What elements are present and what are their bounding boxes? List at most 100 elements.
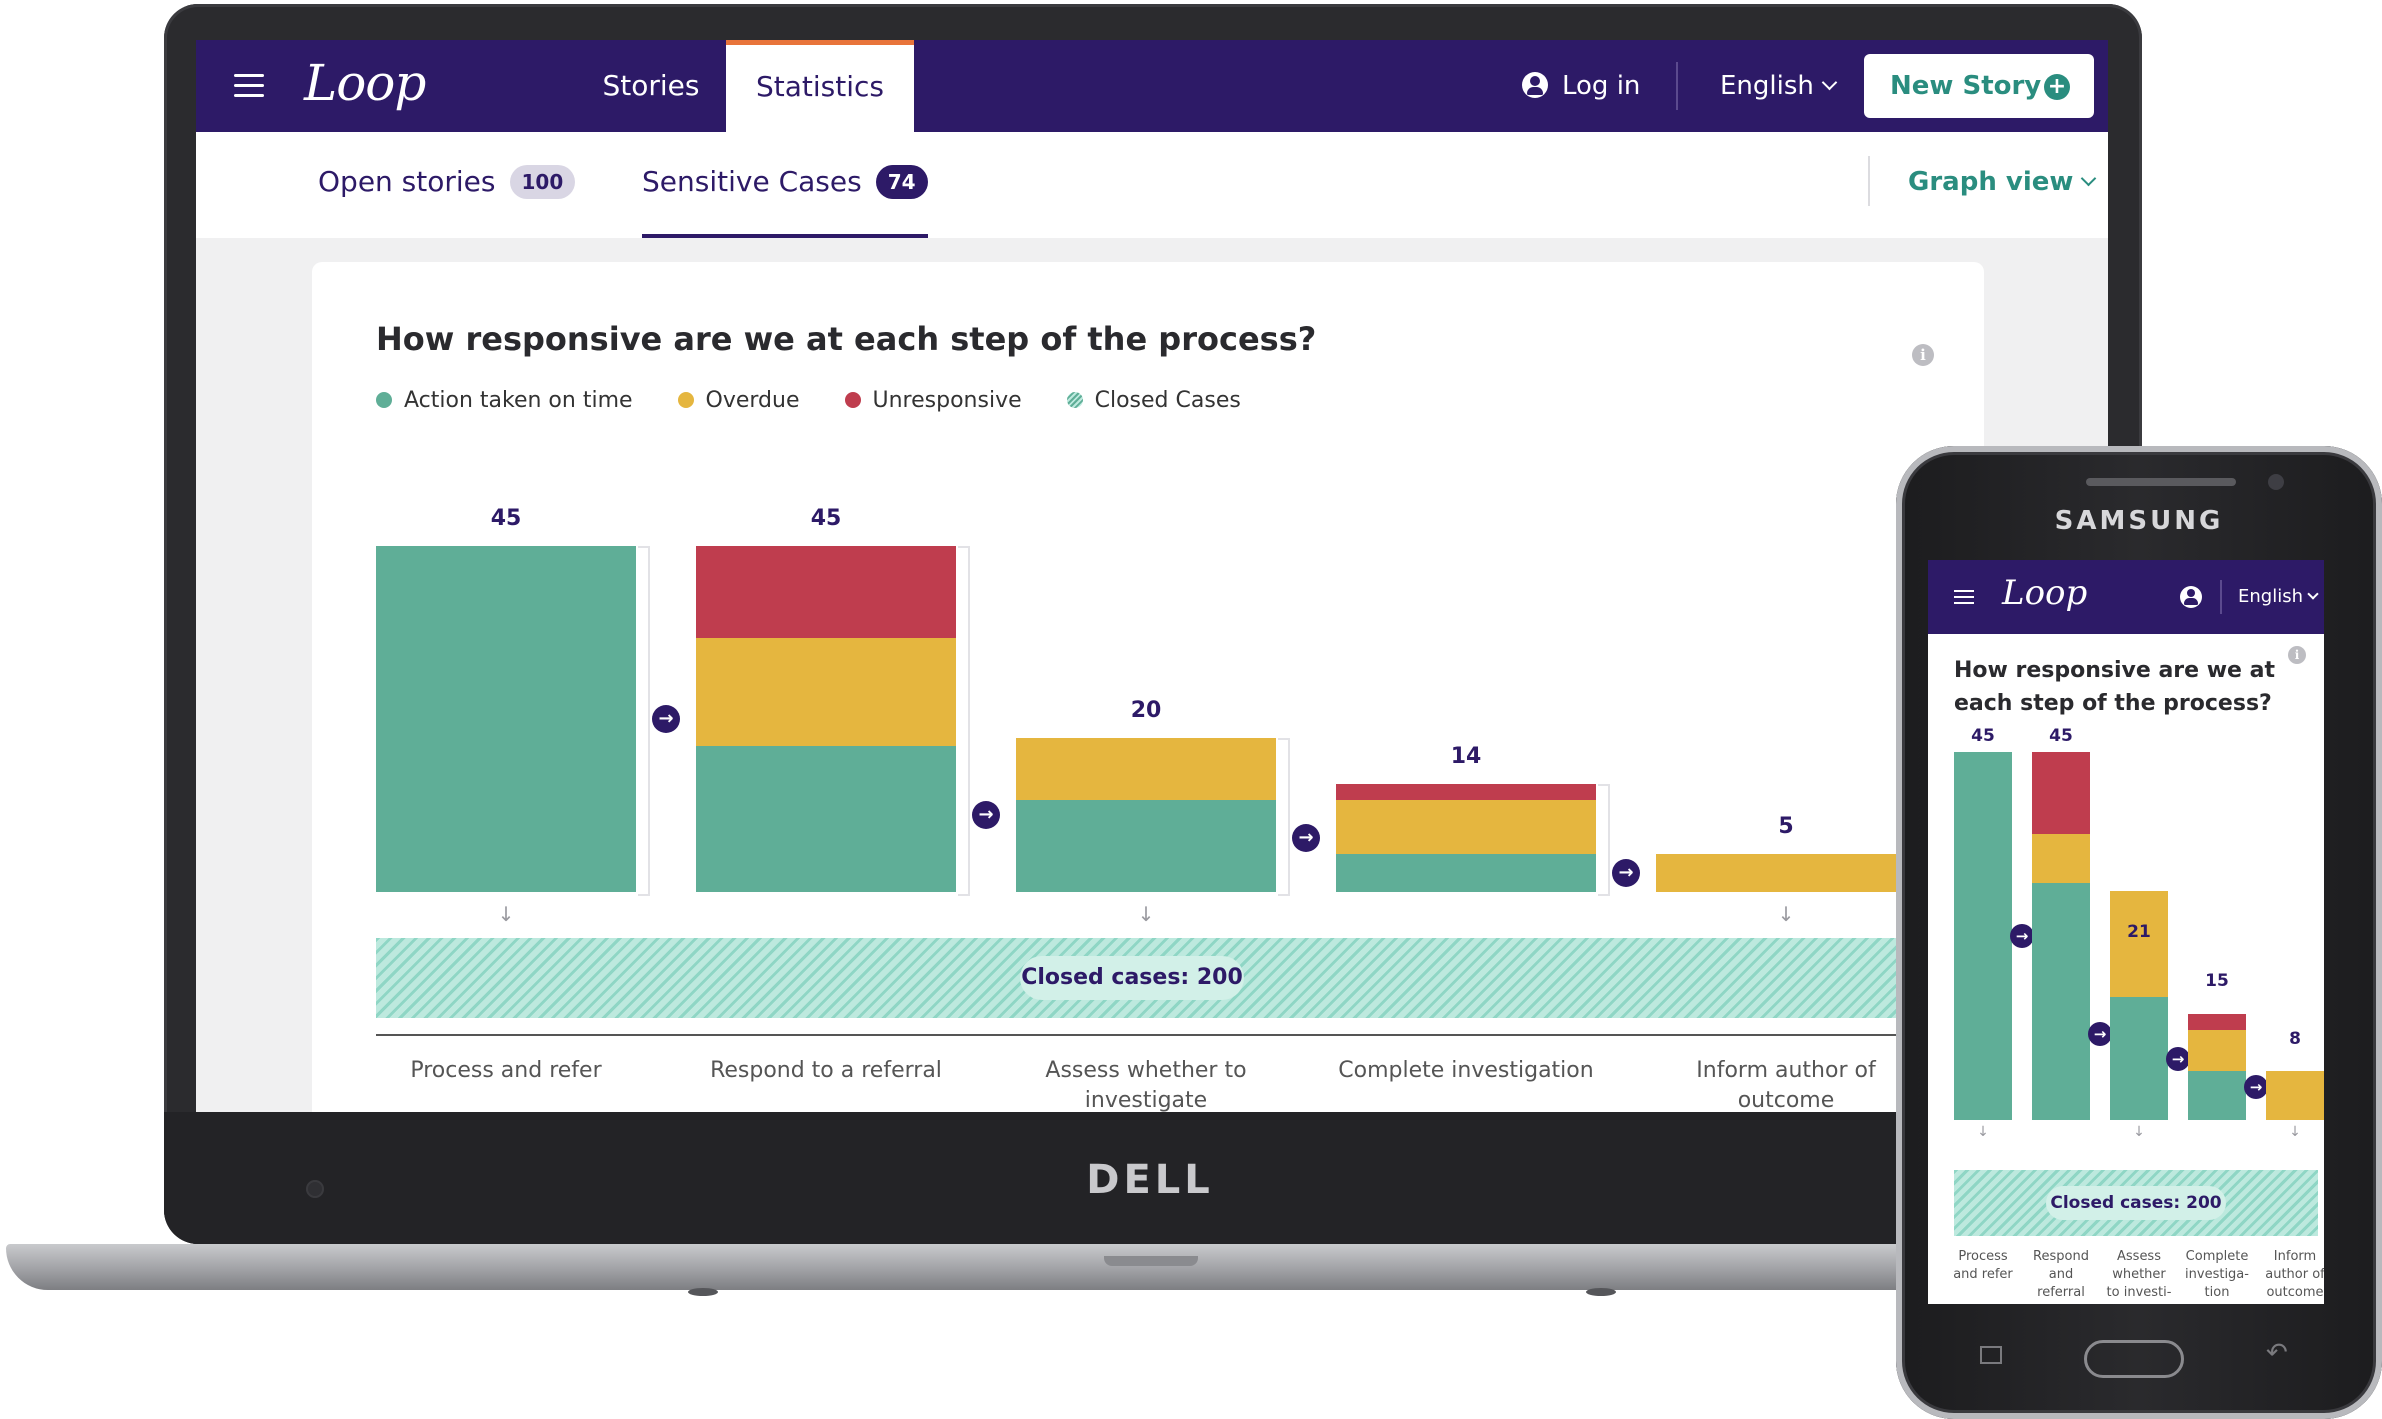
- legend-dot: [677, 392, 694, 408]
- tab-sensitive-cases[interactable]: Sensitive Cases 74: [642, 132, 928, 238]
- bar-segment-on-time[interactable]: [1954, 752, 2012, 1120]
- tab-open-stories[interactable]: Open stories 100: [318, 132, 576, 238]
- bar-total-label: 5: [1778, 813, 1794, 839]
- info-icon[interactable]: i: [1912, 344, 1934, 366]
- bar-segment-on-time[interactable]: [376, 546, 636, 892]
- samsung-logo: SAMSUNG: [2054, 506, 2224, 536]
- arrow-right-icon[interactable]: →: [2244, 1075, 2268, 1100]
- step-label: Process and refer: [1953, 1249, 2013, 1282]
- legend-item: Action taken on time: [376, 388, 633, 413]
- arrow-right-icon[interactable]: →: [2166, 1046, 2190, 1071]
- bar-total-label: 20: [1130, 698, 1162, 724]
- laptop-screen: Loop Stories Statistics Log in English N…: [196, 40, 2108, 1112]
- down-arrow-icon: ↓: [2289, 1124, 2301, 1140]
- bar-segment-overdue[interactable]: [696, 638, 956, 746]
- chevron-down-icon: [2081, 170, 2097, 187]
- arrow-right-icon[interactable]: →: [972, 801, 1000, 830]
- language-selector[interactable]: English: [1720, 40, 1838, 132]
- bar-total-label: 15: [2205, 971, 2229, 992]
- login-link[interactable]: Log in: [1522, 40, 1640, 132]
- arrow-right-icon[interactable]: →: [2010, 924, 2034, 948]
- bar-total-label: 45: [2049, 726, 2073, 746]
- app-logo[interactable]: Loop: [304, 58, 426, 108]
- phone-top-nav: Loop English: [1928, 560, 2324, 634]
- bar-total-label: 45: [810, 506, 842, 531]
- tab-statistics[interactable]: Statistics: [726, 40, 914, 132]
- step-label: Inform author of outcome: [1696, 1058, 1876, 1112]
- view-label: Graph view: [1908, 167, 2074, 197]
- bar-segment-unresponsive[interactable]: [2188, 1013, 2246, 1031]
- new-story-button[interactable]: New Story +: [1864, 54, 2094, 118]
- bar-segment-on-time[interactable]: [1336, 853, 1596, 892]
- arrow-right-icon[interactable]: →: [652, 705, 680, 733]
- graph-view-selector[interactable]: Graph view: [1908, 132, 2097, 238]
- menu-icon[interactable]: [1954, 590, 1974, 604]
- bar-segment-overdue[interactable]: [2188, 1030, 2246, 1071]
- tab-stories[interactable]: Stories: [576, 40, 726, 132]
- app-logo[interactable]: Loop: [2002, 576, 2087, 610]
- step-label: Assess whether to investigate: [1045, 1058, 1247, 1112]
- back-icon[interactable]: ↶: [2266, 1338, 2288, 1368]
- step-label: Complete investiga- tion: [2185, 1249, 2249, 1300]
- bar-segment-on-time[interactable]: [1016, 799, 1276, 892]
- bar-segment-unresponsive[interactable]: [2032, 752, 2090, 834]
- info-icon[interactable]: i: [2288, 646, 2306, 664]
- bar-segment-on-time[interactable]: [696, 745, 956, 892]
- step-label: Assess whether to investi-: [2106, 1249, 2172, 1300]
- legend-label: Overdue: [705, 388, 800, 413]
- login-label: Log in: [1562, 71, 1641, 101]
- laptop-foot: [1586, 1288, 1616, 1296]
- bar-segment-overdue[interactable]: [2032, 833, 2090, 883]
- language-label: English: [2238, 586, 2303, 607]
- closed-cases-band: Closed cases: 200: [376, 938, 1996, 1018]
- recent-apps-icon[interactable]: [1980, 1346, 2002, 1364]
- bar-total-label: 8: [2289, 1028, 2301, 1049]
- arrow-right-icon[interactable]: →: [1612, 858, 1640, 887]
- bar-total-label: 21: [2127, 922, 2151, 943]
- down-arrow-icon: ↓: [497, 902, 515, 926]
- flow-connector: [1598, 784, 1610, 896]
- chevron-down-icon: [2307, 588, 2319, 600]
- phone-earpiece: [2086, 478, 2236, 486]
- language-selector[interactable]: English: [2238, 560, 2319, 634]
- bar-segment-on-time[interactable]: [2032, 882, 2090, 1120]
- dell-logo: DELL: [1086, 1157, 1214, 1203]
- menu-icon[interactable]: [234, 74, 264, 98]
- phone-device: SAMSUNG Loop English i How responsive ar…: [1896, 446, 2382, 1419]
- down-arrow-icon: ↓: [1777, 902, 1795, 926]
- bar-segment-overdue[interactable]: [1016, 738, 1276, 800]
- bar-segment-overdue[interactable]: [1336, 799, 1596, 854]
- bar-segment-unresponsive[interactable]: [1336, 784, 1596, 800]
- home-button[interactable]: [2084, 1340, 2184, 1378]
- x-axis-line: [376, 1034, 1996, 1036]
- arrow-right-icon[interactable]: →: [1292, 824, 1320, 853]
- legend-item: Overdue: [677, 388, 800, 413]
- laptop-foot: [688, 1288, 718, 1296]
- plus-icon: +: [2044, 74, 2070, 100]
- chevron-down-icon: [1821, 74, 1838, 91]
- nav-divider: [2220, 580, 2222, 614]
- closed-cases-label: Closed cases: 200: [1020, 956, 1244, 1000]
- closed-cases-label: Closed cases: 200: [2046, 1186, 2226, 1220]
- bar-total-label: 45: [1971, 726, 1995, 746]
- language-label: English: [1720, 71, 1814, 101]
- user-icon: [1522, 72, 1548, 98]
- bar-total-label: 45: [490, 506, 522, 531]
- laptop-hinge-notch: [1104, 1256, 1198, 1266]
- step-label: Respond to a referral: [710, 1058, 942, 1083]
- legend-dot: [844, 392, 861, 408]
- bar-segment-on-time[interactable]: [2188, 1070, 2246, 1120]
- flow-connector: [638, 546, 650, 896]
- user-icon[interactable]: [2180, 586, 2202, 608]
- bar-segment-overdue[interactable]: [2266, 1070, 2324, 1120]
- legend-label: Action taken on time: [404, 388, 633, 413]
- step-label: Process and refer: [410, 1058, 602, 1083]
- bar-segment-unresponsive[interactable]: [696, 546, 956, 639]
- step-label: Inform author of outcome: [2265, 1249, 2324, 1300]
- chart-legend: Action taken on time Overdue Unresponsiv…: [376, 388, 1279, 418]
- bar-segment-overdue[interactable]: [2110, 891, 2168, 998]
- bar-segment-on-time[interactable]: [2110, 997, 2168, 1120]
- bar-segment-overdue[interactable]: [1656, 853, 1916, 892]
- legend-label: Unresponsive: [872, 388, 1022, 413]
- arrow-right-icon[interactable]: →: [2088, 1022, 2112, 1047]
